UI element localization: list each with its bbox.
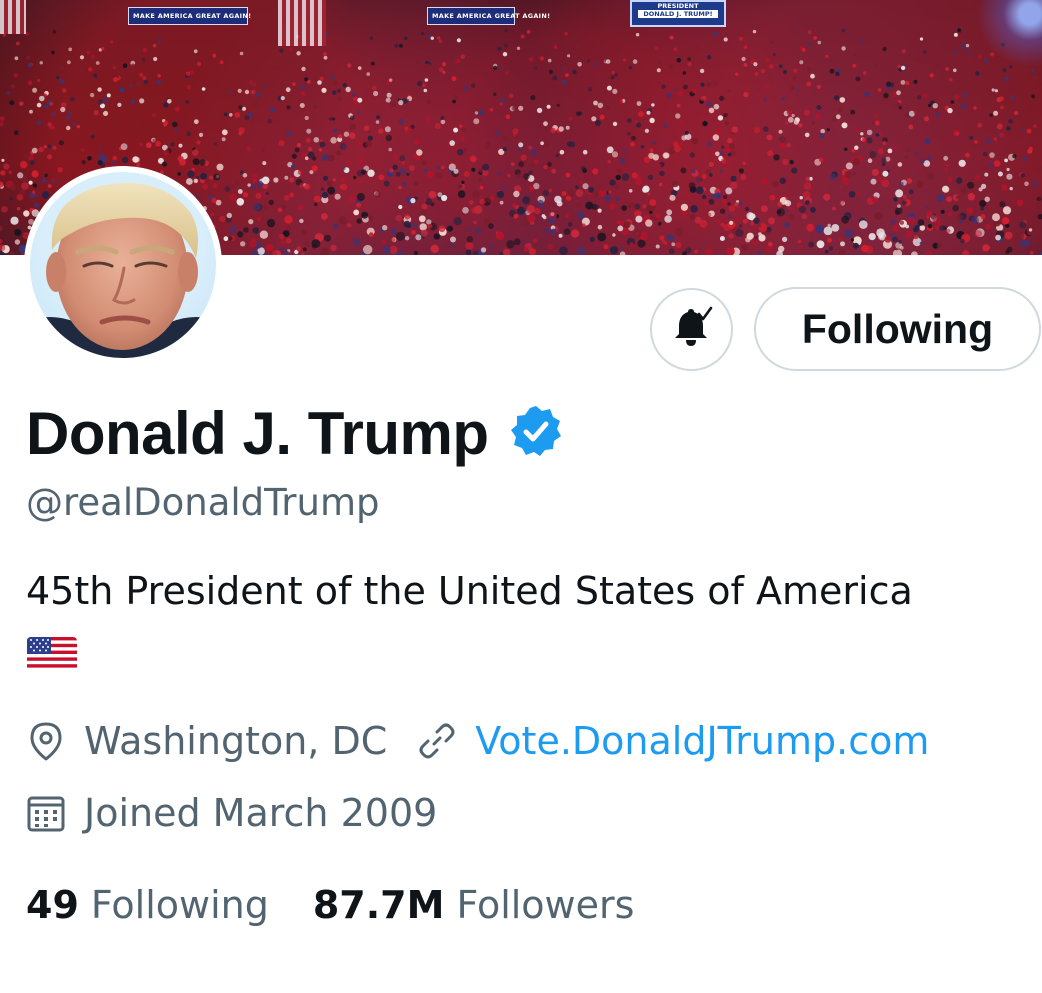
notifications-button[interactable]: [650, 288, 733, 371]
banner-sign: MAKE AMERICA GREAT AGAIN!: [427, 7, 550, 25]
following-button[interactable]: Following: [754, 287, 1041, 371]
display-name: Donald J. Trump: [26, 399, 489, 467]
display-name-row: Donald J. Trump: [26, 395, 563, 471]
flag-us-icon: [27, 637, 77, 675]
following-label: Following: [90, 883, 269, 927]
profile-meta-location-row: Washington, DC Vote.DonaldJTrump.com: [26, 713, 929, 769]
profile-joined-date: Joined March 2009: [84, 791, 438, 835]
following-stat-link[interactable]: 49 Following: [26, 883, 269, 927]
profile-bio: 45th President of the United States of A…: [26, 569, 913, 613]
username-handle: @realDonaldTrump: [26, 481, 380, 524]
banner-flag: [0, 0, 26, 34]
followers-label: Followers: [456, 883, 635, 927]
link-icon: [417, 721, 457, 761]
stage-sign-top: PRESIDENT: [657, 2, 699, 10]
following-count: 49: [26, 883, 79, 927]
profile-website-link[interactable]: Vote.DonaldJTrump.com: [475, 719, 929, 763]
profile-location: Washington, DC: [84, 719, 388, 763]
avatar[interactable]: [24, 166, 222, 364]
stage-sign-bottom: DONALD J. TRUMP!: [638, 10, 718, 18]
verified-badge-icon[interactable]: [509, 404, 563, 462]
follow-stats: 49 Following 87.7M Followers: [26, 877, 634, 933]
followers-stat-link[interactable]: 87.7M Followers: [313, 883, 635, 927]
banner-flag: [278, 0, 326, 46]
avatar-image: [30, 172, 216, 358]
bell-check-icon: [670, 306, 714, 354]
calendar-icon: [26, 793, 66, 833]
banner-sign: MAKE AMERICA GREAT AGAIN!: [128, 7, 251, 25]
stage-light: [962, 0, 1042, 70]
profile-meta-joined-row: Joined March 2009: [26, 785, 437, 841]
profile-page: MAKE AMERICA GREAT AGAIN! MAKE AMERICA G…: [0, 0, 1042, 993]
stage-sign: PRESIDENT DONALD J. TRUMP!: [630, 0, 726, 27]
followers-count: 87.7M: [312, 883, 445, 927]
location-pin-icon: [26, 721, 66, 761]
